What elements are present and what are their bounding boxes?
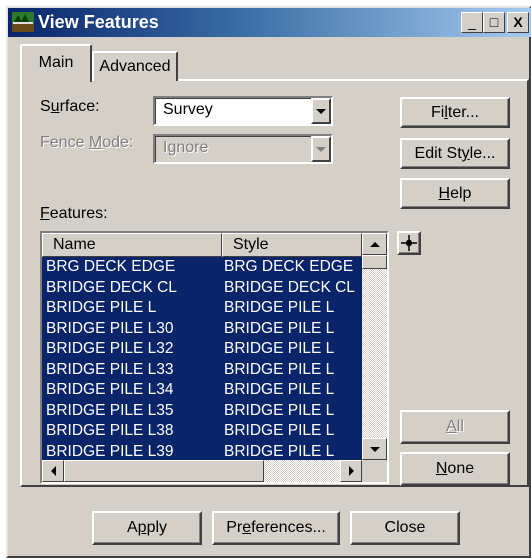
close-icon: X [513,14,523,30]
list-item[interactable]: BRIDGE PILE L30 BRIDGE PILE L [42,319,362,340]
close-button[interactable]: Close [350,511,460,545]
scroll-right-button[interactable] [340,460,362,482]
bridge-app-icon [12,12,34,32]
surface-dropdown[interactable]: Survey [153,96,333,126]
list-item[interactable]: BRIDGE DECK CL BRIDGE DECK CL [42,278,362,299]
feature-name: BRIDGE PILE L [46,299,157,316]
tab-main[interactable]: Main [20,44,92,82]
feature-name: BRG DECK EDGE [46,258,176,275]
filter-button[interactable]: Filter... [400,97,510,128]
scroll-up-button[interactable] [362,233,387,255]
help-button[interactable]: Help [400,178,510,209]
list-item[interactable]: BRIDGE PILE L38 BRIDGE PILE L [42,421,362,442]
feature-style: BRIDGE PILE L [224,381,335,398]
feature-style: BRIDGE PILE L [224,319,335,337]
list-item[interactable]: BRIDGE PILE L32 BRIDGE PILE L [42,339,362,360]
preferences-button[interactable]: Preferences... [212,511,340,545]
feature-style: BRIDGE PILE L [224,442,335,460]
vertical-scroll-thumb[interactable] [362,255,387,269]
feature-name: BRIDGE DECK CL [46,278,177,296]
select-all-button[interactable]: All [400,410,510,444]
list-item[interactable]: BRIDGE PILE L BRIDGE PILE L [42,298,362,319]
features-rows[interactable]: BRG DECK EDGE BRG DECK EDGE BRIDGE DECK CL… [42,257,362,460]
list-item[interactable]: BRIDGE PILE L35 BRIDGE PILE L [42,401,362,422]
minimize-icon: _ [468,14,476,30]
feature-name: BRIDGE PILE L30 [46,319,174,337]
arrow-up-icon [369,241,380,247]
scroll-left-button[interactable] [42,460,64,482]
feature-style: BRG DECK EDGE [224,258,354,275]
locate-feature-button[interactable] [397,231,421,255]
feature-style: BRIDGE PILE L [224,340,335,357]
select-none-button[interactable]: None [400,452,510,486]
tab-main-label: Main [38,54,74,71]
fence-mode-value: Ignore [163,139,209,156]
feature-name: BRIDGE PILE L35 [46,401,174,419]
window-title: View Features [38,12,159,32]
column-header-name[interactable]: Name [42,233,222,257]
scrollbar-corner [362,460,387,482]
tab-advanced[interactable]: Advanced [92,51,178,81]
feature-style: BRIDGE DECK CL [224,278,355,296]
feature-style: BRIDGE PILE L [224,299,335,316]
features-label: Features: [40,205,108,222]
fence-mode-dropdown[interactable]: Ignore [153,134,333,164]
feature-name: BRIDGE PILE L32 [46,340,174,357]
feature-style: BRIDGE PILE L [224,360,335,378]
feature-name: BRIDGE PILE L38 [46,422,174,439]
horizontal-scroll-thumb[interactable] [64,460,264,482]
scroll-down-button[interactable] [362,438,387,460]
maximize-button[interactable]: □ [483,12,505,33]
list-item[interactable]: BRIDGE PILE L34 BRIDGE PILE L [42,380,362,401]
maximize-icon: □ [489,14,499,30]
close-window-button[interactable]: X [507,12,529,33]
surface-dropdown-arrow[interactable] [311,98,331,124]
chevron-down-icon [316,146,326,152]
apply-button[interactable]: Apply [92,511,202,545]
list-item[interactable]: BRG DECK EDGE BRG DECK EDGE [42,257,362,278]
minimize-button[interactable]: _ [461,12,483,33]
list-item[interactable]: BRIDGE PILE L33 BRIDGE PILE L [42,360,362,381]
feature-name: BRIDGE PILE L34 [46,381,174,398]
arrow-down-icon [369,446,380,452]
fence-mode-dropdown-arrow[interactable] [311,136,331,162]
edit-style-button[interactable]: Edit Style... [400,138,510,169]
list-item[interactable]: BRIDGE PILE L39 BRIDGE PILE L [42,442,362,461]
tab-advanced-label: Advanced [99,58,171,75]
feature-style: BRIDGE PILE L [224,422,335,439]
feature-style: BRIDGE PILE L [224,401,335,419]
crosshair-locate-icon [401,235,417,251]
arrow-left-icon [50,466,56,476]
feature-name: BRIDGE PILE L33 [46,360,174,378]
surface-label: Surface: [40,98,100,115]
fence-mode-label: Fence Mode: [40,134,134,151]
feature-name: BRIDGE PILE L39 [46,442,174,460]
arrow-right-icon [348,466,354,476]
chevron-down-icon [316,108,326,114]
column-header-style[interactable]: Style [222,233,362,257]
surface-value: Survey [163,101,213,118]
